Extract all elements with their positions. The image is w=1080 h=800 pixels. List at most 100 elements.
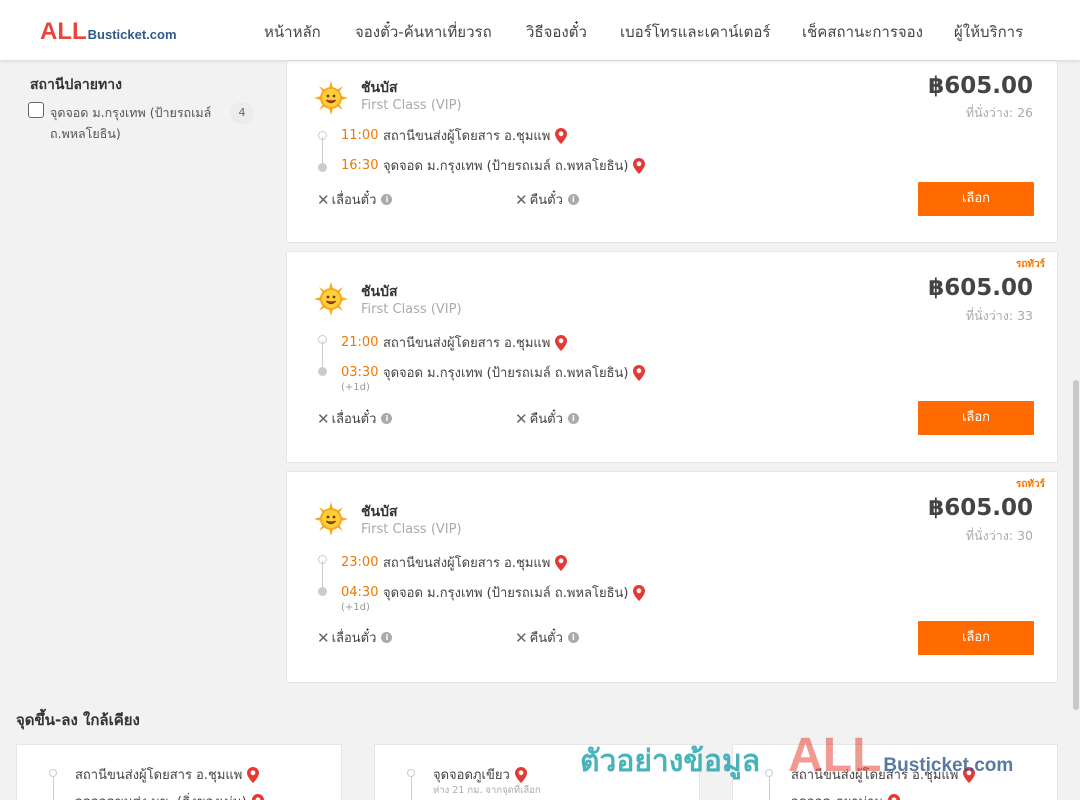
- postpone-policy: ✕ เลื่อนตั๋ว i: [317, 408, 393, 429]
- nearby-place-second: จุดจอด ภูผาม่าน: [791, 791, 901, 800]
- select-trip-button[interactable]: เลือก: [918, 401, 1034, 435]
- info-icon[interactable]: i: [567, 632, 579, 643]
- next-day-indicator: (+1d): [341, 382, 370, 393]
- filter-title: สถานีปลายทาง: [30, 77, 122, 93]
- cross-icon: ✕: [515, 190, 528, 209]
- operator-name: ชันบัส: [361, 80, 398, 96]
- cross-icon: ✕: [515, 628, 528, 647]
- info-icon[interactable]: i: [381, 632, 393, 643]
- departure-time: 23:00: [341, 555, 379, 570]
- stop-dot: [407, 769, 415, 777]
- arrival-place: จุดจอด ม.กรุงเทพ (ป้ายรถเมล์ ถ.พหลโยธิน): [383, 586, 629, 601]
- nav-home[interactable]: หน้าหลัก: [264, 20, 321, 44]
- scrollbar-track[interactable]: [1072, 60, 1080, 800]
- refund-policy: ✕ คืนตั๋ว i: [515, 408, 579, 429]
- map-pin-icon[interactable]: [555, 554, 568, 571]
- hot-badge: รถทัวร์: [1015, 479, 1045, 490]
- trip-card: รถทัวร์ ชันบัส First Class (VIP) ฿605.00…: [286, 471, 1058, 683]
- nearby-place-label: จุดจอดภูเขียว: [433, 768, 510, 783]
- stop-dot: [765, 769, 773, 777]
- cross-icon: ✕: [515, 409, 528, 428]
- nearby-stop-card[interactable]: จุดจอดภูเขียว ห่าง 21 กม. จากจุดที่เลือก: [374, 744, 700, 800]
- sun-logo-icon: [314, 81, 348, 115]
- nav-phone-counter[interactable]: เบอร์โทรและเคาน์เตอร์: [620, 20, 770, 44]
- info-icon[interactable]: i: [567, 194, 579, 205]
- trip-card: รถทัวร์ ชันบัส First Class (VIP) ฿605.00…: [286, 251, 1058, 463]
- info-icon[interactable]: i: [567, 413, 579, 424]
- nearby-place-label: สถานีขนส่งผู้โดยสาร อ.ชุมแพ: [75, 768, 243, 783]
- seats-available: ที่นั่งว่าง: 30: [965, 528, 1033, 543]
- nearby-stops-title: จุดขึ้น-ลง ใกล้เคียง: [16, 711, 140, 729]
- map-pin-icon[interactable]: [555, 127, 568, 144]
- route-line: [322, 561, 323, 589]
- refund-label: คืนตั๋ว: [529, 412, 563, 427]
- map-pin-icon[interactable]: [633, 157, 646, 174]
- departure-row: 11:00 สถานีขนส่งผู้โดยสาร อ.ชุมแพ: [341, 125, 568, 146]
- site-header: ALL Busticket.com หน้าหลัก จองตั๋ว-ค้นหา…: [0, 0, 1080, 60]
- map-pin-icon[interactable]: [247, 766, 260, 783]
- filter-option-count: 4: [230, 102, 254, 124]
- map-pin-icon[interactable]: [633, 364, 646, 381]
- arrival-dot: [318, 587, 327, 596]
- filter-option-label[interactable]: จุดจอด ม.กรุงเทพ (ป้ายรถเมล์ ถ.พหลโยธิน): [50, 102, 228, 144]
- ticket-price: ฿605.00: [928, 73, 1033, 99]
- nav-check-status[interactable]: เช็คสถานะการจอง: [802, 20, 923, 44]
- next-day-indicator: (+1d): [341, 602, 370, 613]
- select-trip-button[interactable]: เลือก: [918, 182, 1034, 216]
- arrival-dot: [318, 367, 327, 376]
- arrival-dot: [318, 163, 327, 172]
- departure-time: 11:00: [341, 128, 379, 143]
- route-line: [322, 137, 323, 165]
- postpone-label: เลื่อนตั๋ว: [331, 631, 377, 646]
- map-pin-icon[interactable]: [555, 334, 568, 351]
- nearby-stop-card[interactable]: สถานีขนส่งผู้โดยสาร อ.ชุมแพ จุดจอดขนส่ง …: [16, 744, 342, 800]
- nearby-place: สถานีขนส่งผู้โดยสาร อ.ชุมแพ: [75, 764, 260, 785]
- scrollbar-thumb[interactable]: [1073, 380, 1079, 710]
- stop-dot: [49, 769, 57, 777]
- postpone-label: เลื่อนตั๋ว: [331, 193, 377, 208]
- cross-icon: ✕: [317, 190, 330, 209]
- filter-checkbox[interactable]: [28, 102, 44, 118]
- postpone-label: เลื่อนตั๋ว: [331, 412, 377, 427]
- nearby-place: สถานีขนส่งผู้โดยสาร อ.ชุมแพ: [791, 764, 976, 785]
- arrival-place: จุดจอด ม.กรุงเทพ (ป้ายรถเมล์ ถ.พหลโยธิน): [383, 366, 629, 381]
- map-pin-icon[interactable]: [514, 766, 527, 783]
- departure-place: สถานีขนส่งผู้โดยสาร อ.ชุมแพ: [383, 556, 551, 571]
- departure-row: 23:00 สถานีขนส่งผู้โดยสาร อ.ชุมแพ: [341, 552, 568, 573]
- nearby-place-label: สถานีขนส่งผู้โดยสาร อ.ชุมแพ: [791, 768, 959, 783]
- nearby-place: จุดจอดภูเขียว: [433, 764, 527, 785]
- info-icon[interactable]: i: [381, 413, 393, 424]
- info-icon[interactable]: i: [381, 194, 393, 205]
- ticket-price: ฿605.00: [928, 495, 1033, 521]
- arrival-row: 04:30 จุดจอด ม.กรุงเทพ (ป้ายรถเมล์ ถ.พหล…: [341, 582, 646, 603]
- postpone-policy: ✕ เลื่อนตั๋ว i: [317, 627, 393, 648]
- route-line: [411, 777, 412, 800]
- nearby-place-second-label: จุดจอด ภูผาม่าน: [791, 791, 883, 800]
- arrival-time: 03:30: [341, 365, 379, 380]
- nav-book-search[interactable]: จองตั๋ว-ค้นหาเที่ยวรถ: [355, 20, 492, 44]
- nearby-place-second: จุดจอดขนส่ง มข. (ดิ่งของเม่น): [75, 791, 264, 800]
- bus-class: First Class (VIP): [361, 522, 462, 537]
- arrival-place: จุดจอด ม.กรุงเทพ (ป้ายรถเมล์ ถ.พหลโยธิน): [383, 159, 629, 174]
- refund-policy: ✕ คืนตั๋ว i: [515, 189, 579, 210]
- nav-operators[interactable]: ผู้ให้บริการ: [954, 20, 1023, 44]
- ticket-price: ฿605.00: [928, 275, 1033, 301]
- departure-time: 21:00: [341, 335, 379, 350]
- select-trip-button[interactable]: เลือก: [918, 621, 1034, 655]
- refund-policy: ✕ คืนตั๋ว i: [515, 627, 579, 648]
- route-line: [769, 777, 770, 800]
- nearby-stop-card[interactable]: สถานีขนส่งผู้โดยสาร อ.ชุมแพ จุดจอด ภูผาม…: [732, 744, 1058, 800]
- sun-logo-icon: [314, 502, 348, 536]
- arrival-time: 04:30: [341, 585, 379, 600]
- map-pin-icon[interactable]: [633, 584, 646, 601]
- seats-available: ที่นั่งว่าง: 33: [965, 308, 1033, 323]
- nav-how-to-book[interactable]: วิธีจองตั๋ว: [526, 20, 587, 44]
- departure-place: สถานีขนส่งผู้โดยสาร อ.ชุมแพ: [383, 336, 551, 351]
- arrival-time: 16:30: [341, 158, 379, 173]
- map-pin-icon[interactable]: [888, 793, 901, 800]
- map-pin-icon[interactable]: [963, 766, 976, 783]
- route-line: [53, 777, 54, 800]
- map-pin-icon[interactable]: [251, 793, 264, 800]
- arrival-row: 03:30 จุดจอด ม.กรุงเทพ (ป้ายรถเมล์ ถ.พหล…: [341, 362, 646, 383]
- cross-icon: ✕: [317, 409, 330, 428]
